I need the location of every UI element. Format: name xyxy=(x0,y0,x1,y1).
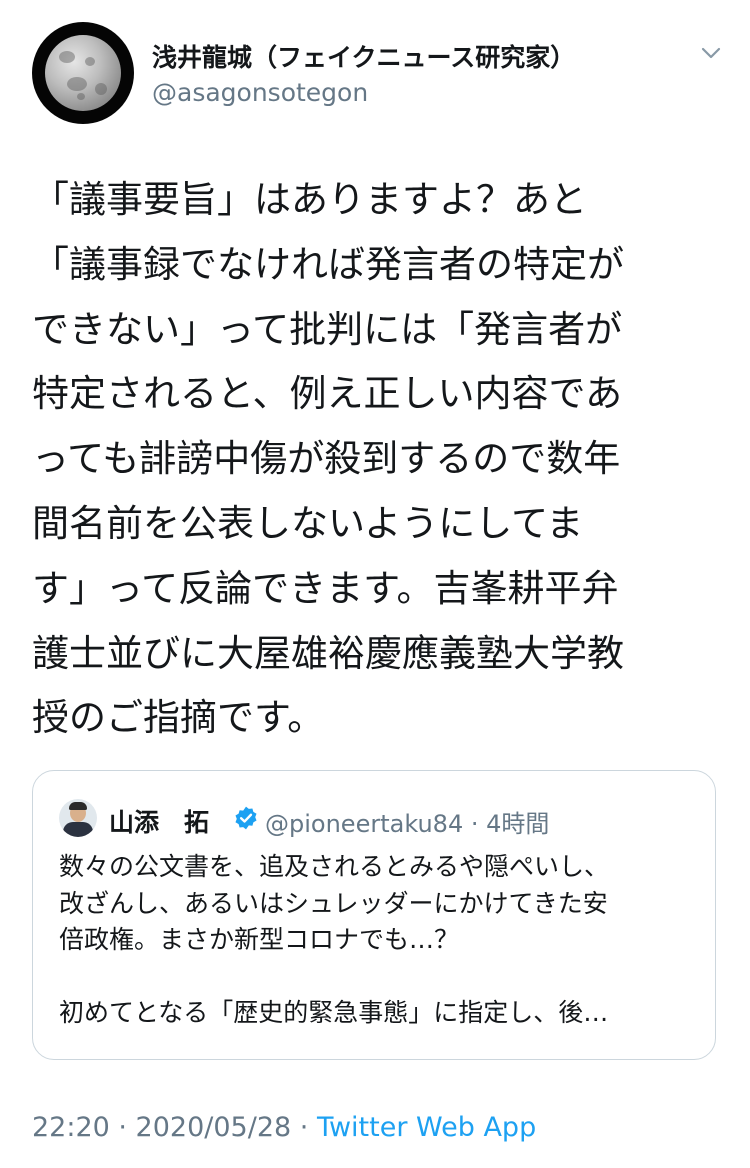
author-handle[interactable]: @asagonsotegon xyxy=(152,78,368,107)
quoted-tweet-header: 山添 拓 @pioneertaku84 · 4時間 xyxy=(59,799,699,839)
quoted-line: 倍政権。まさか新型コロナでも…？ xyxy=(59,925,460,954)
quoted-handle-time: @pioneertaku84 · 4時間 xyxy=(265,810,550,838)
tweet-line: 「議事録でなければ発言者の特定が xyxy=(32,242,624,286)
author-avatar[interactable] xyxy=(32,22,134,124)
quoted-tweet-card[interactable]: 山添 拓 @pioneertaku84 · 4時間 数々の公文書を、追及されると… xyxy=(32,770,716,1060)
tweet-line: できない」って批判には「発言者が xyxy=(32,307,623,351)
tweet-line: っても誹謗中傷が殺到するので数年 xyxy=(32,437,621,481)
quoted-line: 数々の公文書を、追及されるとみるや隠ぺいし、 xyxy=(59,852,610,881)
verified-badge-icon xyxy=(235,806,257,830)
tweet-header: 浅井龍城（フェイクニュース研究家） @asagonsotegon xyxy=(32,22,732,124)
chevron-down-icon[interactable] xyxy=(698,40,724,66)
moon-image xyxy=(45,35,121,111)
tweet-line: 間名前を公表しないようにしてま xyxy=(32,501,584,545)
tweet-line: す」って反論できます。吉峯耕平弁 xyxy=(32,566,619,610)
quoted-author-avatar[interactable] xyxy=(59,799,97,837)
quoted-author-name[interactable]: 山添 拓 xyxy=(109,803,209,839)
tweet-text: 「議事要旨」はありますよ？あと 「議事録でなければ発言者の特定が できない」って… xyxy=(32,168,712,751)
timestamp: 22:20 · 2020/05/28 · xyxy=(32,1112,317,1143)
source-link[interactable]: Twitter Web App xyxy=(317,1112,536,1143)
tweet-line: 特定されると、例え正しい内容であ xyxy=(32,372,623,416)
quoted-line xyxy=(59,959,699,996)
quoted-tweet-text: 数々の公文書を、追及されるとみるや隠ぺいし、 改ざんし、あるいはシュレッダーにか… xyxy=(59,849,699,1032)
tweet-line: 護士並びに大屋雄裕慶應義塾大学教 xyxy=(32,631,624,675)
quoted-line: 初めてとなる「歴史的緊急事態」に指定し、後… xyxy=(59,998,609,1027)
author-name[interactable]: 浅井龍城（フェイクニュース研究家） xyxy=(152,38,575,74)
tweet-line: 「議事要旨」はありますよ？あと xyxy=(32,178,587,221)
quoted-line: 改ざんし、あるいはシュレッダーにかけてきた安 xyxy=(59,888,608,918)
tweet-metadata: 22:20 · 2020/05/28 · Twitter Web App xyxy=(32,1112,536,1143)
tweet-line: 授のご指摘です。 xyxy=(32,696,325,740)
